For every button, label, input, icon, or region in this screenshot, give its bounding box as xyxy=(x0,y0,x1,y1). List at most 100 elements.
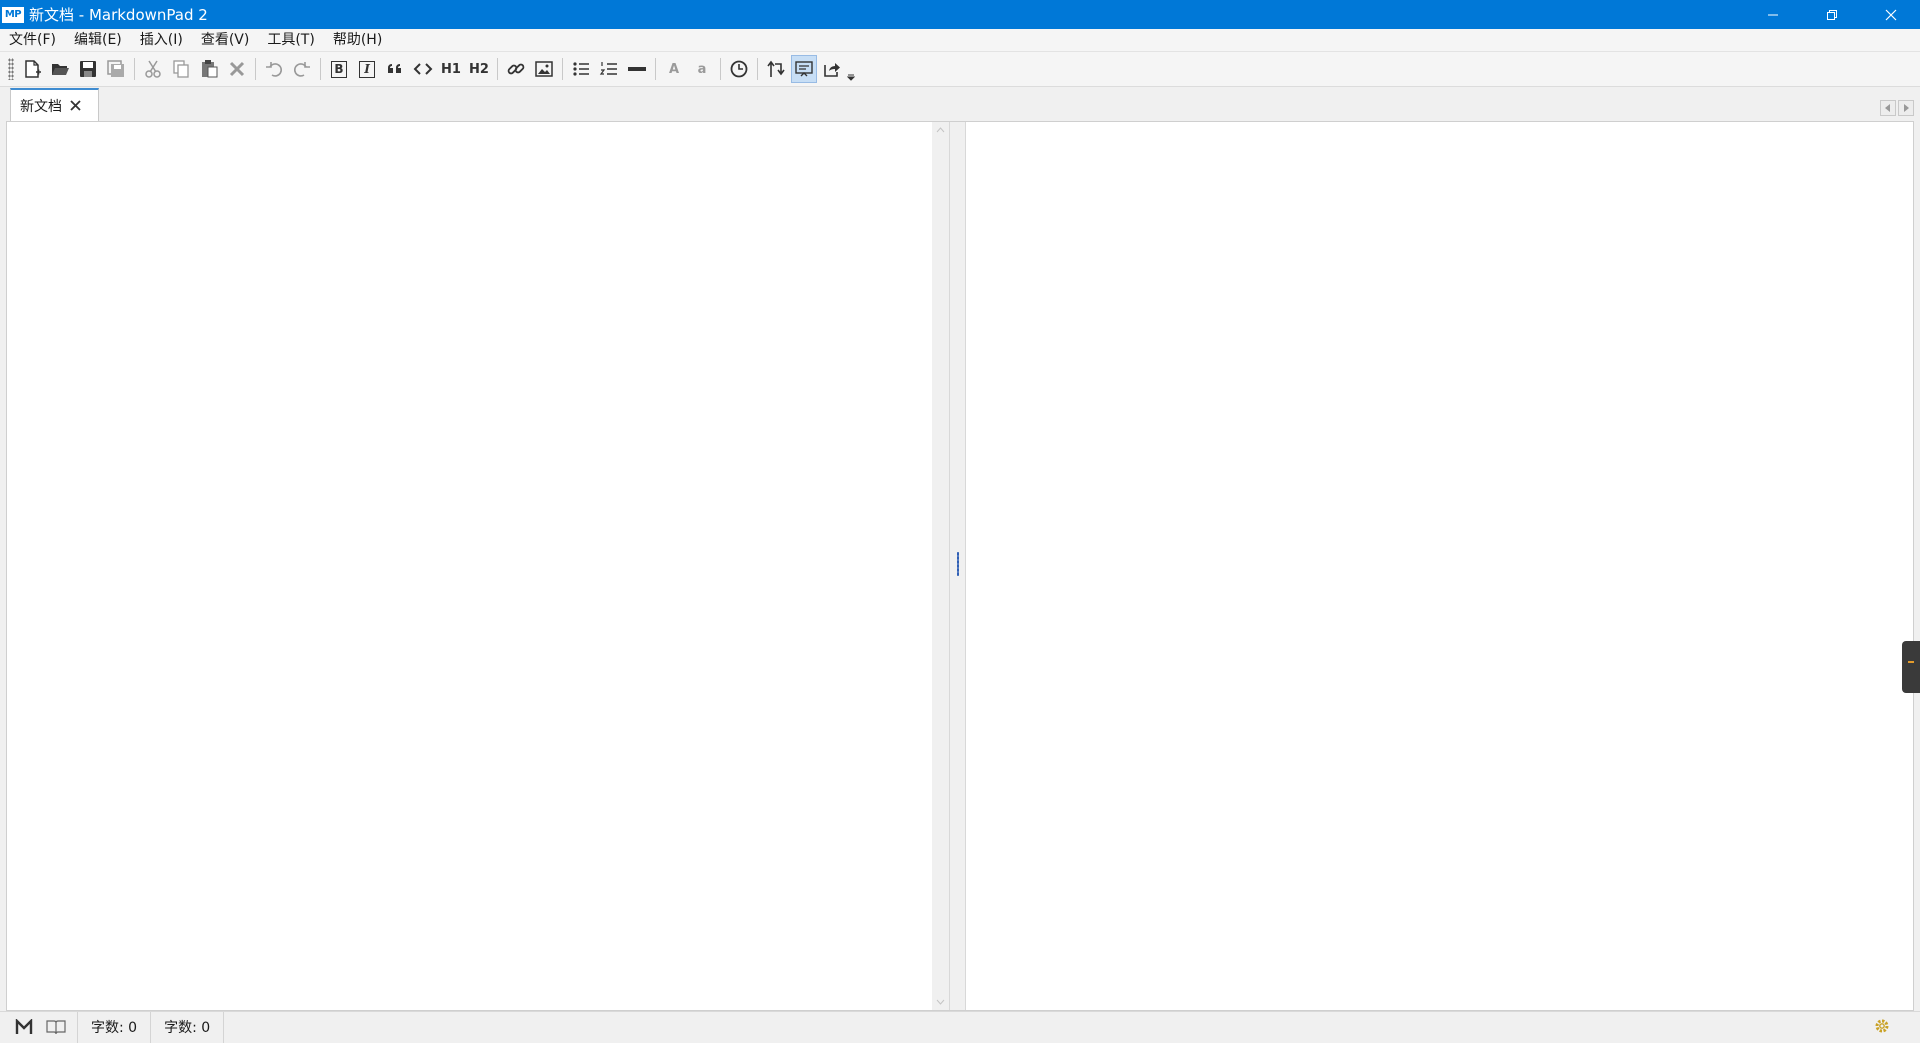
uppercase-icon: A xyxy=(668,61,680,77)
delete-button[interactable] xyxy=(225,56,249,82)
copy-icon xyxy=(173,60,189,78)
editor-scrollbar[interactable] xyxy=(932,122,949,1010)
pane-splitter[interactable] xyxy=(949,122,966,1010)
undo-button[interactable] xyxy=(262,56,286,82)
tab-scroll-right-button[interactable] xyxy=(1898,100,1914,116)
toolbar-separator xyxy=(720,58,721,80)
document-tab-strip: 新文档 xyxy=(0,87,1920,121)
redo-icon xyxy=(293,62,310,77)
uppercase-button[interactable]: A xyxy=(662,56,686,82)
horizontal-rule-icon xyxy=(628,67,646,71)
italic-button[interactable]: I xyxy=(355,56,379,82)
h1-button[interactable]: H1 xyxy=(439,56,463,82)
image-icon xyxy=(535,61,553,77)
status-bar: 字数: 0 字数: 0 xyxy=(0,1011,1920,1043)
export-icon xyxy=(824,63,840,77)
sync-scroll-icon xyxy=(767,60,785,77)
window-controls xyxy=(1743,0,1920,29)
paste-button[interactable] xyxy=(197,56,221,82)
toolbar-separator xyxy=(320,58,321,80)
scroll-down-button[interactable] xyxy=(932,994,949,1010)
window-title: 新文档 - MarkdownPad 2 xyxy=(29,6,208,24)
timestamp-icon xyxy=(730,60,748,78)
toolbar-grip[interactable] xyxy=(8,58,14,80)
live-preview-button[interactable] xyxy=(791,55,817,83)
quote-button[interactable] xyxy=(383,56,407,82)
export-button[interactable] xyxy=(820,56,844,82)
redo-button[interactable] xyxy=(290,56,314,82)
lowercase-button[interactable]: a xyxy=(690,56,714,82)
toolbar-separator xyxy=(497,58,498,80)
numbered-list-button[interactable] xyxy=(597,56,621,82)
cut-button[interactable] xyxy=(141,56,165,82)
chevron-right-icon xyxy=(1904,104,1909,112)
side-handle-mark xyxy=(1908,661,1914,663)
sync-scroll-button[interactable] xyxy=(764,56,788,82)
quote-icon xyxy=(388,64,401,73)
chevron-up-icon xyxy=(936,127,945,133)
h1-icon: H1 xyxy=(441,61,461,77)
close-icon xyxy=(1885,9,1896,20)
code-button[interactable] xyxy=(411,56,435,82)
link-icon xyxy=(507,63,525,75)
tab-close-button[interactable] xyxy=(70,100,81,111)
scroll-up-button[interactable] xyxy=(932,122,949,138)
chevron-down-icon xyxy=(936,999,945,1005)
restore-icon xyxy=(1826,9,1837,20)
chevron-down-icon xyxy=(847,74,855,81)
workspace xyxy=(6,121,1914,1011)
code-icon xyxy=(413,63,433,75)
markdown-icon xyxy=(15,1019,33,1034)
numbered-list-icon xyxy=(599,62,617,75)
html-preview xyxy=(966,122,1913,1010)
new-document-button[interactable] xyxy=(20,56,44,82)
h2-icon: H2 xyxy=(469,61,489,77)
h2-button[interactable]: H2 xyxy=(467,56,491,82)
copy-button[interactable] xyxy=(169,56,193,82)
toolbar-overflow-button[interactable] xyxy=(846,55,856,83)
status-separator xyxy=(223,1011,225,1043)
side-panel-handle[interactable] xyxy=(1902,641,1920,693)
save-button[interactable] xyxy=(76,56,100,82)
toolbar-separator xyxy=(134,58,135,80)
italic-icon: I xyxy=(359,60,375,78)
markdown-mode-button[interactable] xyxy=(13,1017,35,1037)
minimize-button[interactable] xyxy=(1743,0,1802,29)
app-logo-icon: MP xyxy=(2,6,24,23)
bold-button[interactable]: B xyxy=(327,56,351,82)
tab-label: 新文档 xyxy=(20,98,62,115)
close-window-button[interactable] xyxy=(1861,0,1920,29)
link-button[interactable] xyxy=(504,56,528,82)
menu-insert[interactable]: 插入(I) xyxy=(131,29,192,51)
bullet-list-button[interactable] xyxy=(569,56,593,82)
reading-mode-button[interactable] xyxy=(45,1017,67,1037)
settings-button[interactable] xyxy=(1874,1018,1890,1038)
menu-view[interactable]: 查看(V) xyxy=(192,29,259,51)
bullet-list-icon xyxy=(573,62,589,76)
paste-icon xyxy=(202,60,218,78)
minimize-icon xyxy=(1767,14,1778,15)
open-button[interactable] xyxy=(48,56,72,82)
char-count: 字数: 0 xyxy=(164,1020,211,1036)
tab-new-document[interactable]: 新文档 xyxy=(10,88,99,121)
image-button[interactable] xyxy=(532,56,556,82)
horizontal-rule-button[interactable] xyxy=(625,56,649,82)
menu-help[interactable]: 帮助(H) xyxy=(324,29,391,51)
menu-tools[interactable]: 工具(T) xyxy=(258,29,323,51)
live-preview-icon xyxy=(795,61,813,77)
save-all-icon xyxy=(107,60,124,77)
word-count: 字数: 0 xyxy=(91,1020,138,1036)
delete-icon xyxy=(229,61,245,77)
menu-file[interactable]: 文件(F) xyxy=(0,29,65,51)
menu-bar: 文件(F) 编辑(E) 插入(I) 查看(V) 工具(T) 帮助(H) xyxy=(0,29,1920,52)
close-icon xyxy=(70,100,81,111)
menu-edit[interactable]: 编辑(E) xyxy=(65,29,131,51)
markdown-editor[interactable] xyxy=(7,122,932,1010)
restore-button[interactable] xyxy=(1802,0,1861,29)
save-all-button[interactable] xyxy=(104,56,128,82)
tab-scroll-left-button[interactable] xyxy=(1880,100,1896,116)
chevron-left-icon xyxy=(1885,104,1890,112)
toolbar-separator xyxy=(562,58,563,80)
tab-scroll-arrows xyxy=(1880,100,1914,116)
timestamp-button[interactable] xyxy=(727,56,751,82)
